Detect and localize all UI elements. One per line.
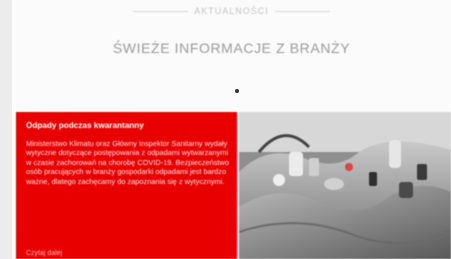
read-more-link[interactable]: Czytaj dalej (26, 250, 62, 257)
article-image[interactable] (239, 112, 451, 259)
carousel-dot-icon[interactable] (235, 89, 239, 93)
article-body: Ministerstwo Klimatu oraz Główny Inspekt… (26, 139, 229, 186)
top-navigation: AKTUALNOŚCI (12, 0, 451, 22)
article-card[interactable]: Odpady podczas kwarantanny Ministerstwo … (16, 112, 237, 259)
nav-link[interactable]: AKTUALNOŚCI (194, 6, 269, 16)
article-title[interactable]: Odpady podczas kwarantanny (26, 121, 230, 130)
divider (133, 10, 189, 12)
section-title: ŚWIEŻE INFORMACJE Z BRANŻY (112, 40, 351, 56)
waste-bags-photo (239, 112, 451, 259)
divider (274, 10, 330, 12)
page: AKTUALNOŚCI ŚWIEŻE INFORMACJE Z BRANŻY O… (12, 0, 451, 259)
